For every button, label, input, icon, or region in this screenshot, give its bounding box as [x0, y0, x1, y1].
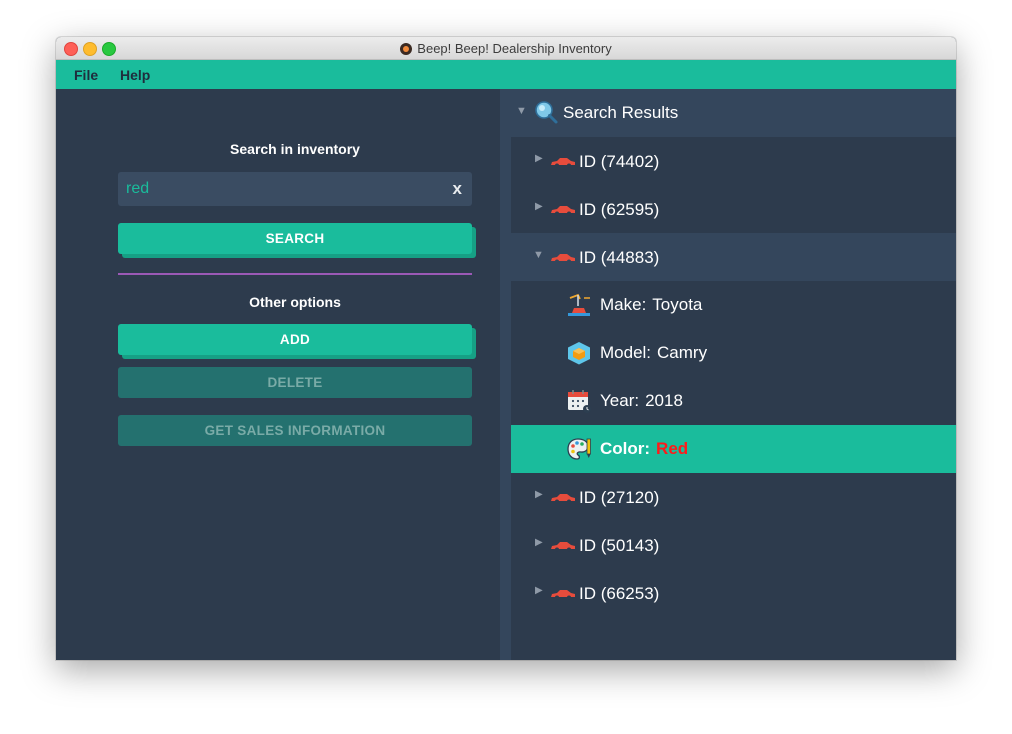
model-label: Model:: [600, 343, 652, 362]
menu-bar: File Help: [56, 60, 956, 89]
color-label: Color:: [600, 439, 651, 458]
tree-detail-color-selected[interactable]: Color: Red: [511, 425, 956, 473]
expand-arrow-icon[interactable]: ▶: [535, 201, 543, 212]
expand-arrow-icon[interactable]: ▶: [535, 489, 543, 500]
collapse-arrow-icon[interactable]: ▼: [516, 105, 527, 117]
red-car-icon: [551, 542, 575, 552]
vehicle-id-label: ID (74402): [579, 152, 660, 171]
clear-search-button[interactable]: x: [453, 179, 462, 199]
split-pane-divider[interactable]: [500, 89, 511, 660]
tree-detail-make[interactable]: Make: Toyota: [511, 281, 956, 329]
red-car-icon: [551, 254, 575, 264]
tree-item-vehicle-expanded[interactable]: ▼ ID (44883): [511, 233, 956, 281]
palette-icon: [567, 438, 591, 460]
make-text: Make: Toyota: [600, 295, 702, 315]
window-title: Beep! Beep! Dealership Inventory: [417, 41, 612, 56]
model-value: Camry: [657, 343, 708, 362]
expand-arrow-icon[interactable]: ▶: [535, 153, 543, 164]
factory-icon: [568, 293, 590, 316]
calendar-icon: [568, 390, 591, 413]
window-title-wrap: Beep! Beep! Dealership Inventory: [56, 41, 956, 56]
search-results-tree: ▼ Search Results ▶ ID (74402) ▶ ID (6259…: [511, 89, 956, 660]
search-field: x: [118, 172, 472, 206]
collapse-arrow-icon[interactable]: ▼: [533, 249, 544, 261]
get-sales-information-button[interactable]: GET SALES INFORMATION: [118, 415, 472, 446]
tree-item-vehicle[interactable]: ▶ ID (66253): [511, 569, 956, 617]
cube-icon: [568, 342, 590, 365]
vehicle-id-label: ID (27120): [579, 488, 660, 507]
app-logo-icon: [400, 43, 413, 55]
tree-detail-year[interactable]: Year: 2018: [511, 377, 956, 425]
vehicle-id-label: ID (50143): [579, 536, 660, 555]
menu-file[interactable]: File: [74, 67, 98, 83]
model-text: Model: Camry: [600, 343, 707, 363]
search-panel: Search in inventory x SEARCH Other optio…: [56, 89, 500, 660]
section-separator: [118, 273, 472, 275]
title-bar: Beep! Beep! Dealership Inventory: [56, 37, 956, 60]
tree-root-label: Search Results: [563, 103, 679, 122]
search-button[interactable]: SEARCH: [118, 223, 472, 254]
search-heading: Search in inventory: [230, 141, 360, 157]
tree-detail-model[interactable]: Model: Camry: [511, 329, 956, 377]
red-car-icon: [551, 494, 575, 504]
color-value: Red: [656, 439, 689, 458]
tree-item-vehicle[interactable]: ▶ ID (50143): [511, 521, 956, 569]
vehicle-id-label: ID (44883): [579, 248, 660, 267]
red-car-icon: [551, 590, 575, 600]
vehicle-id-label: ID (62595): [579, 200, 660, 219]
magnifier-icon: [535, 101, 558, 124]
year-label: Year:: [600, 391, 640, 410]
tree-root-search-results[interactable]: ▼ Search Results: [511, 89, 956, 137]
make-label: Make:: [600, 295, 647, 314]
tree-item-vehicle[interactable]: ▶ ID (62595): [511, 185, 956, 233]
tree-item-vehicle[interactable]: ▶ ID (74402): [511, 137, 956, 185]
year-value: 2018: [645, 391, 683, 410]
red-car-icon: [551, 206, 575, 216]
expand-arrow-icon[interactable]: ▶: [535, 585, 543, 596]
color-text: Color: Red: [600, 439, 688, 459]
vehicle-id-label: ID (66253): [579, 584, 660, 603]
search-input[interactable]: [118, 172, 426, 206]
add-button[interactable]: ADD: [118, 324, 472, 355]
year-text: Year: 2018: [600, 391, 683, 411]
menu-help[interactable]: Help: [120, 67, 150, 83]
app-window: Beep! Beep! Dealership Inventory File He…: [56, 37, 956, 660]
expand-arrow-icon[interactable]: ▶: [535, 537, 543, 548]
delete-button[interactable]: DELETE: [118, 367, 472, 398]
other-options-heading: Other options: [249, 294, 341, 310]
make-value: Toyota: [652, 295, 703, 314]
red-car-icon: [551, 158, 575, 168]
tree-item-vehicle[interactable]: ▶ ID (27120): [511, 473, 956, 521]
